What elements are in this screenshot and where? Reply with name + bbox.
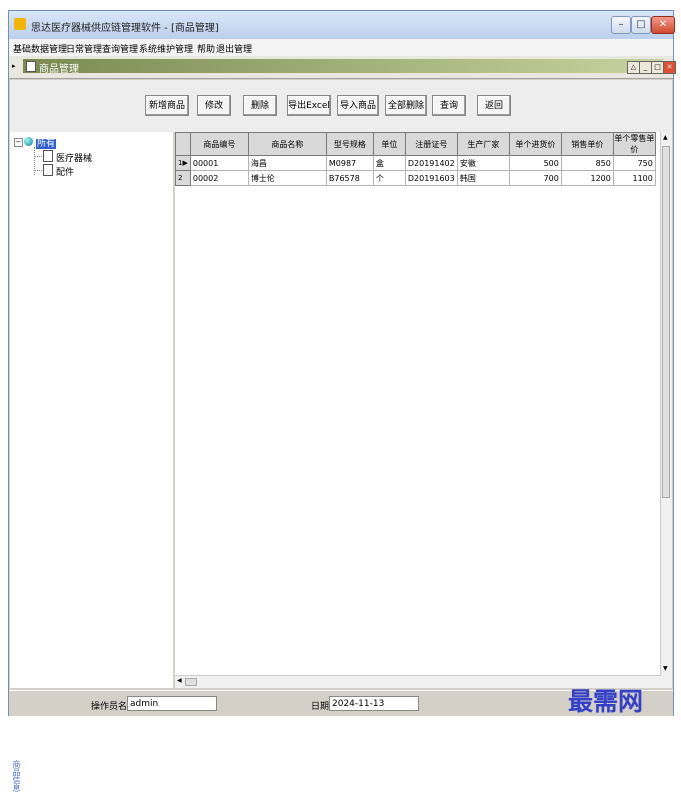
row-indicator[interactable]: 1▶ [175, 155, 191, 171]
vertical-scrollbar[interactable]: ▲ ▼ [660, 132, 672, 688]
main-window: 思达医疗器械供应链管理软件 - [商品管理] – □ ✕ 基础数据管理 日常管理… [8, 10, 676, 792]
tree-root-node[interactable]: 所有 [36, 136, 57, 149]
maximize-icon[interactable]: □ [631, 16, 651, 34]
mdi-caption-text: 商品管理 [39, 64, 79, 75]
scroll-up-icon[interactable]: ▲ [663, 134, 668, 141]
minimize-icon[interactable]: – [611, 16, 631, 34]
table-header-row: 商品编号 商品名称 型号规格 单位 注册证号 生产厂家 单个进货价 销售单价 单… [175, 132, 656, 156]
cell-id[interactable]: 00001 [189, 155, 249, 171]
delete-all-button[interactable]: 全部删除 [385, 95, 427, 116]
app-icon [14, 18, 26, 30]
close-icon[interactable]: ✕ [651, 16, 675, 34]
menu-system[interactable]: 系统维护管理 [139, 42, 193, 55]
cell-unit[interactable]: 个 [372, 170, 406, 186]
row-indicator[interactable]: 2 [175, 170, 191, 186]
mdi-arrow-icon: ▸ [12, 62, 16, 70]
table-row[interactable]: 2 00002 博士伦 B76578 个 D20191603 韩国 700 12… [175, 170, 656, 186]
operator-label: 操作员名 [91, 702, 128, 712]
watermark-logo: 最需网 [568, 687, 644, 716]
col-header-cost[interactable]: 单个进货价 [508, 132, 562, 156]
export-excel-button[interactable]: 导出Excel [287, 95, 331, 116]
scroll-left-icon[interactable]: ◀ [177, 677, 182, 684]
window-title: 思达医疗器械供应链管理软件 - [商品管理] [31, 23, 219, 34]
col-header-model[interactable]: 型号规格 [325, 132, 374, 156]
col-header-reg[interactable]: 注册证号 [404, 132, 458, 156]
col-header-price[interactable]: 销售单价 [560, 132, 614, 156]
return-button[interactable]: 返回 [477, 95, 511, 116]
product-table: 商品编号 商品名称 型号规格 单位 注册证号 生产厂家 单个进货价 销售单价 单… [175, 132, 656, 186]
mdi-caption: 商品管理 △ _ □ ✕ [23, 59, 676, 75]
page-icon [43, 164, 53, 176]
title-bar: 思达医疗器械供应链管理软件 - [商品管理] – □ ✕ [9, 11, 675, 40]
add-product-button[interactable]: 新增商品 [145, 95, 189, 116]
row-index: 1 [178, 159, 183, 167]
import-product-button[interactable]: 导入商品 [337, 95, 379, 116]
mdi-child-bar: ▸ 商品管理 △ _ □ ✕ [9, 56, 676, 79]
edit-button[interactable]: 修改 [197, 95, 231, 116]
cell-model[interactable]: M0987 [325, 155, 374, 171]
tree-node-accessories[interactable]: 配件 [56, 165, 74, 178]
col-header-unit[interactable]: 单位 [372, 132, 406, 156]
tree-connector [34, 156, 42, 157]
col-header-id[interactable]: 商品编号 [189, 132, 249, 156]
cell-id[interactable]: 00002 [189, 170, 249, 186]
menu-help[interactable]: 帮助 [197, 42, 215, 55]
vertical-scroll-thumb[interactable] [662, 146, 670, 498]
col-header-retail[interactable]: 单个零售单价 [612, 132, 656, 156]
cell-model[interactable]: B76578 [325, 170, 374, 186]
cell-reg[interactable]: D20191603 [404, 170, 458, 186]
menu-query[interactable]: 查询管理 [102, 42, 138, 55]
operator-field: admin [127, 696, 217, 711]
cell-retail[interactable]: 1100 [612, 170, 656, 186]
menu-exit[interactable]: 退出管理 [216, 42, 252, 55]
menu-daily[interactable]: 日常管理 [66, 42, 102, 55]
category-tree: − 所有 医疗器械 配件 商品信息 [10, 132, 175, 792]
cell-unit[interactable]: 盒 [372, 155, 406, 171]
cell-reg[interactable]: D20191402 [404, 155, 458, 171]
header-indicator [175, 132, 191, 156]
tree-root-label: 所有 [36, 139, 57, 149]
toolbar: 新增商品 修改 删除 导出Excel 导入商品 全部删除 查询 返回 [10, 80, 672, 133]
cell-name[interactable]: 海昌 [247, 155, 327, 171]
menu-bar: 基础数据管理 日常管理 查询管理 系统维护管理 帮助 退出管理 [9, 39, 673, 57]
query-button[interactable]: 查询 [432, 95, 466, 116]
tree-node-medical-devices[interactable]: 医疗器械 [56, 151, 92, 164]
date-field: 2024-11-13 [329, 696, 419, 711]
cell-name[interactable]: 博士伦 [247, 170, 327, 186]
cell-maker[interactable]: 韩国 [456, 170, 510, 186]
cell-cost[interactable]: 700 [508, 170, 562, 186]
cell-retail[interactable]: 750 [612, 155, 656, 171]
globe-icon [24, 137, 33, 146]
tree-connector [34, 170, 42, 171]
cell-price[interactable]: 1200 [560, 170, 614, 186]
cell-maker[interactable]: 安徽 [456, 155, 510, 171]
mdi-close-icon[interactable]: ✕ [663, 61, 676, 74]
menu-basic-data[interactable]: 基础数据管理 [13, 42, 67, 55]
document-icon [26, 61, 36, 72]
product-grid: 商品编号 商品名称 型号规格 单位 注册证号 生产厂家 单个进货价 销售单价 单… [175, 132, 672, 688]
date-label: 日期 [311, 702, 330, 712]
scroll-down-icon[interactable]: ▼ [663, 665, 668, 672]
page-icon [43, 150, 53, 162]
cell-cost[interactable]: 500 [508, 155, 562, 171]
delete-button[interactable]: 删除 [243, 95, 277, 116]
horizontal-scroll-thumb[interactable] [185, 678, 197, 686]
tree-collapse-icon[interactable]: − [14, 138, 23, 147]
side-tab-product-info[interactable]: 商品信息 [10, 760, 22, 810]
col-header-name[interactable]: 商品名称 [247, 132, 327, 156]
col-header-maker[interactable]: 生产厂家 [456, 132, 510, 156]
cell-price[interactable]: 850 [560, 155, 614, 171]
table-row[interactable]: 1▶ 00001 海昌 M0987 盒 D20191402 安徽 500 850… [175, 155, 656, 171]
